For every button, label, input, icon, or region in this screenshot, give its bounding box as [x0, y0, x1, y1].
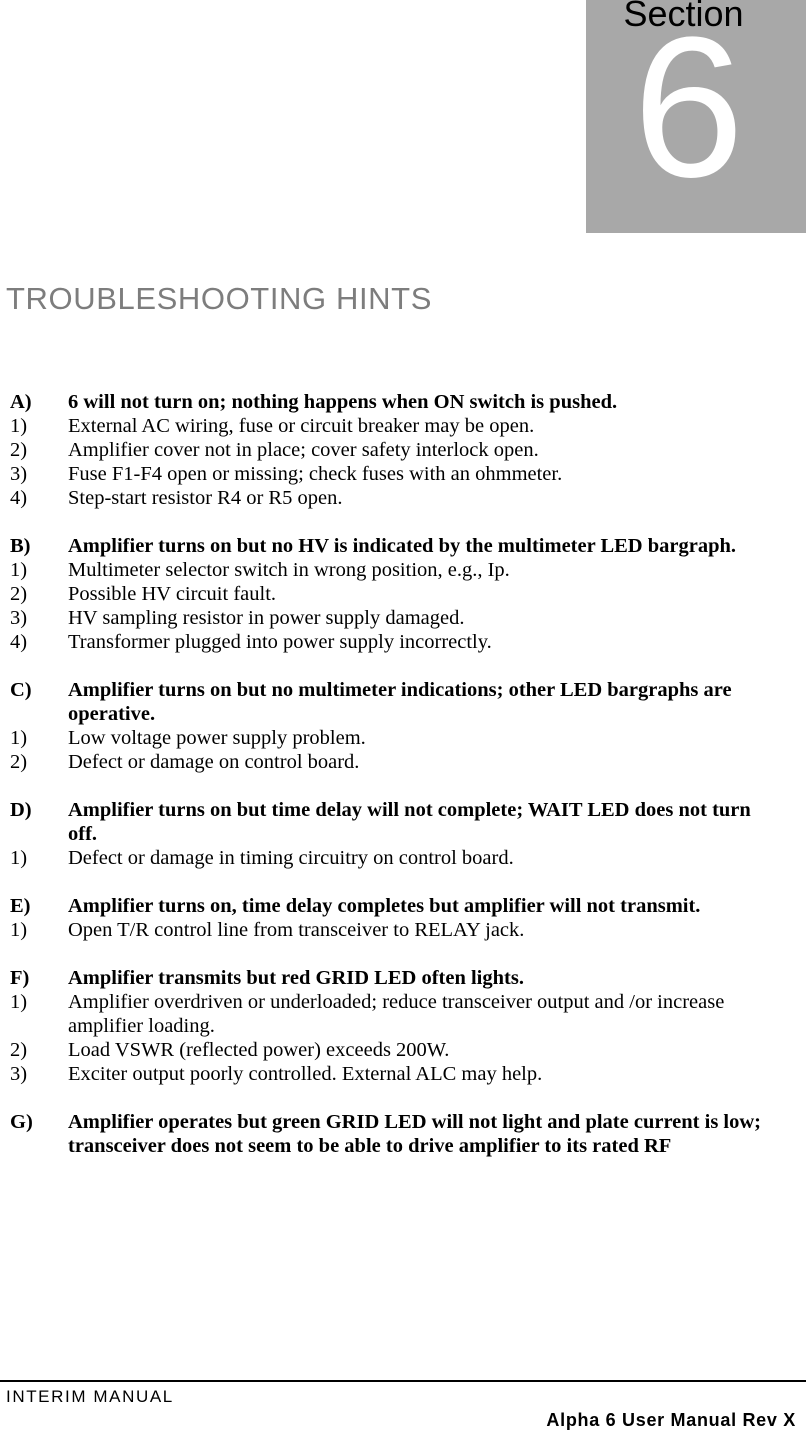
- troubleshooting-group: E) Amplifier turns on, time delay complet…: [0, 894, 806, 942]
- group-letter: A): [10, 391, 32, 413]
- group-letter: B): [10, 535, 31, 557]
- group-letter: F): [10, 967, 30, 989]
- section-number-label: 6: [632, 0, 745, 219]
- group-letter: G): [10, 1111, 33, 1133]
- troubleshooting-group: C) Amplifier turns on but no multimeter i…: [0, 678, 806, 774]
- item-number: 2): [10, 751, 28, 773]
- group-heading-row: B) Amplifier turns on but no HV is indica…: [0, 534, 806, 558]
- list-item: 1) External AC wiring, fuse or circuit br…: [0, 414, 806, 438]
- item-number: 2): [10, 439, 28, 461]
- item-number: 1): [10, 919, 28, 941]
- item-text: HV sampling resistor in power supply dam…: [68, 607, 465, 629]
- item-number: 1): [10, 559, 28, 581]
- list-item: 1) Multimeter selector switch in wrong po…: [0, 558, 806, 582]
- item-text: Low voltage power supply problem.: [68, 727, 366, 749]
- group-letter: E): [10, 895, 31, 917]
- item-text: External AC wiring, fuse or circuit brea…: [68, 415, 535, 437]
- item-text: Defect or damage on control board.: [68, 751, 360, 773]
- item-number: 2): [10, 1039, 28, 1061]
- group-heading-text: Amplifier operates but green GRID LED wi…: [68, 1111, 762, 1157]
- troubleshooting-list: A) 6 will not turn on; nothing happens wh…: [0, 390, 806, 1182]
- item-number: 1): [10, 415, 28, 437]
- item-text: Transformer plugged into power supply in…: [68, 631, 492, 653]
- troubleshooting-group: A) 6 will not turn on; nothing happens wh…: [0, 390, 806, 510]
- list-item: 2) Defect or damage on control board.: [0, 750, 806, 774]
- item-text: Open T/R control line from transceiver t…: [68, 919, 525, 941]
- item-text: Load VSWR (reflected power) exceeds 200W…: [68, 1039, 450, 1061]
- item-number: 4): [10, 631, 28, 653]
- item-number: 3): [10, 607, 28, 629]
- list-item: 3) HV sampling resistor in power supply d…: [0, 606, 806, 630]
- footer-right-text: Alpha 6 User Manual Rev X: [546, 1410, 796, 1430]
- item-number: 2): [10, 583, 28, 605]
- item-number: 3): [10, 1063, 28, 1085]
- item-text: Amplifier cover not in place; cover safe…: [68, 439, 539, 461]
- footer-left-text: INTERIM MANUAL: [6, 1387, 174, 1406]
- list-item: 3) Exciter output poorly controlled. Exte…: [0, 1062, 806, 1086]
- item-text: Amplifier overdriven or underloaded; red…: [68, 991, 725, 1037]
- item-text: Possible HV circuit fault.: [68, 583, 277, 605]
- item-number: 4): [10, 487, 28, 509]
- list-item: 2) Load VSWR (reflected power) exceeds 20…: [0, 1038, 806, 1062]
- item-number: 1): [10, 727, 28, 749]
- list-item: 2) Possible HV circuit fault.: [0, 582, 806, 606]
- item-text: Fuse F1-F4 open or missing; check fuses …: [68, 463, 563, 485]
- troubleshooting-group: G) Amplifier operates but green GRID LED …: [0, 1110, 806, 1158]
- group-heading-text: Amplifier turns on but time delay will n…: [68, 799, 751, 845]
- item-text: Step-start resistor R4 or R5 open.: [68, 487, 343, 509]
- item-text: Defect or damage in timing circuitry on …: [68, 847, 514, 869]
- item-text: Multimeter selector switch in wrong posi…: [68, 559, 510, 581]
- item-number: 1): [10, 991, 28, 1013]
- group-heading-text: 6 will not turn on; nothing happens when…: [68, 391, 618, 413]
- list-item: 4) Step-start resistor R4 or R5 open.: [0, 486, 806, 510]
- list-item: 1) Low voltage power supply problem.: [0, 726, 806, 750]
- group-heading-row: A) 6 will not turn on; nothing happens wh…: [0, 390, 806, 414]
- group-heading-text: Amplifier turns on but no multimeter ind…: [68, 679, 732, 725]
- item-text: Exciter output poorly controlled. Extern…: [68, 1063, 543, 1085]
- list-item: 4) Transformer plugged into power supply …: [0, 630, 806, 654]
- group-heading-row: F) Amplifier transmits but red GRID LED o…: [0, 966, 806, 990]
- group-letter: C): [10, 679, 32, 701]
- group-heading-text: Amplifier turns on but no HV is indicate…: [68, 535, 737, 557]
- group-heading-row: G) Amplifier operates but green GRID LED …: [0, 1110, 806, 1158]
- item-number: 1): [10, 847, 28, 869]
- group-heading-row: D) Amplifier turns on but time delay will…: [0, 798, 806, 846]
- list-item: 3) Fuse F1-F4 open or missing; check fuse…: [0, 462, 806, 486]
- list-item: 1) Amplifier overdriven or underloaded; r…: [0, 990, 806, 1038]
- section-banner: Section 6: [586, 0, 806, 233]
- troubleshooting-group: F) Amplifier transmits but red GRID LED o…: [0, 966, 806, 1086]
- group-heading-text: Amplifier transmits but red GRID LED oft…: [68, 967, 524, 989]
- list-item: 1) Open T/R control line from transceiver…: [0, 918, 806, 942]
- list-item: 1) Defect or damage in timing circuitry o…: [0, 846, 806, 870]
- group-heading-text: Amplifier turns on, time delay completes…: [68, 895, 701, 917]
- group-letter: D): [10, 799, 32, 821]
- list-item: 2) Amplifier cover not in place; cover sa…: [0, 438, 806, 462]
- item-number: 3): [10, 463, 28, 485]
- group-heading-row: C) Amplifier turns on but no multimeter i…: [0, 678, 806, 726]
- page-title: TROUBLESHOOTING HINTS: [6, 281, 432, 316]
- footer-divider: [0, 1380, 806, 1382]
- troubleshooting-group: D) Amplifier turns on but time delay will…: [0, 798, 806, 870]
- troubleshooting-group: B) Amplifier turns on but no HV is indica…: [0, 534, 806, 654]
- group-heading-row: E) Amplifier turns on, time delay complet…: [0, 894, 806, 918]
